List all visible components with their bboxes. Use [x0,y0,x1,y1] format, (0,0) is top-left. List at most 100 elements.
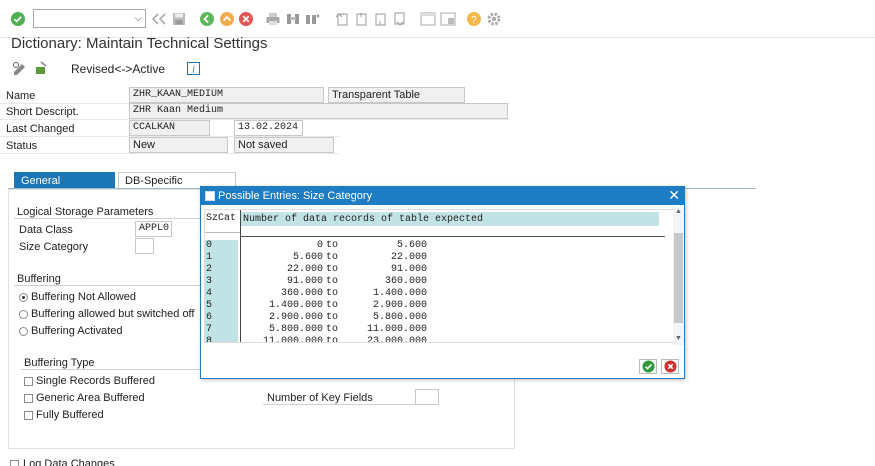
single-records-label: Single Records Buffered [36,375,156,387]
application-toolbar: Revised<->Active i [0,56,875,82]
field-underline [263,404,415,405]
checkbox-fully-buffered[interactable] [24,411,33,420]
scroll-down-icon[interactable]: ▼ [674,335,683,342]
list-header: SzCat Number of data records of table ex… [205,210,661,227]
display-change-icon[interactable] [11,59,29,77]
radio-buffering-activated[interactable] [19,327,28,336]
back-arrows-icon[interactable] [150,10,168,28]
range-upto: 5.800.000 [372,312,427,323]
range-from: 11.000.000 [262,336,323,343]
checkbox-generic-area[interactable] [24,394,33,403]
range-upto: 2.900.000 [372,300,427,311]
range-to-word: to [326,252,339,263]
group-divider [14,218,200,219]
info-icon[interactable]: i [184,59,202,77]
prev-page-icon[interactable] [352,10,370,28]
size-category-key: 2 [205,264,238,276]
help-icon[interactable]: ? [465,10,483,28]
svg-text:i: i [192,64,195,75]
key-fields-field[interactable] [415,389,439,405]
checkbox-single-records[interactable] [24,377,33,386]
shortcut-icon[interactable] [439,10,457,28]
range-to-word: to [326,276,339,287]
header-separator [240,236,665,237]
close-icon[interactable]: ✕ [668,188,680,202]
col-records-header[interactable]: Number of data records of table expected [241,212,659,226]
size-category-key: 1 [205,252,238,264]
range-from: 2.900.000 [268,312,323,323]
logical-storage-title: Logical Storage Parameters [17,206,154,218]
range-to-word: to [326,336,339,343]
enter-icon[interactable] [9,10,27,28]
range-upto: 5.600 [396,240,427,251]
name-field[interactable]: ZHR_KAAN_MEDIUM [129,87,324,103]
checkbox-log-data-changes[interactable] [10,460,19,466]
name-label: Name [6,90,36,102]
range-upto: 360.000 [384,276,427,287]
log-data-changes-label: Log Data Changes [23,458,115,466]
page-title: Dictionary: Maintain Technical Settings [11,35,268,52]
list-item[interactable]: 6 2.900.000 to 5.800.000 [205,312,661,324]
size-category-key: 7 [205,324,238,336]
last-changed-user-field: CCALKAN [129,120,210,136]
find-icon[interactable] [284,10,302,28]
status-label: Status [6,140,38,152]
vertical-scrollbar[interactable]: ▲ ▼ [673,207,684,345]
save-icon[interactable] [170,10,188,28]
activate-icon[interactable] [33,59,51,77]
list-item[interactable]: 2 22.000 to 91.000 [205,264,661,276]
range-from: 1.400.000 [268,300,323,311]
scroll-thumb[interactable] [674,233,683,323]
group-divider [21,369,201,370]
find-next-icon[interactable] [304,10,322,28]
cancel-icon[interactable] [237,10,255,28]
size-category-field[interactable] [135,238,154,254]
last-page-icon[interactable] [390,10,408,28]
range-from: 91.000 [286,276,323,287]
chevron-down-icon[interactable]: ⌵ [134,13,142,24]
last-changed-date-field: 13.02.2024 [234,120,303,136]
confirm-button[interactable] [639,359,657,374]
check-icon [641,360,655,373]
range-to-word: to [326,300,339,311]
settings-gear-icon[interactable] [485,10,503,28]
scroll-up-icon[interactable]: ▲ [674,208,683,215]
list-item[interactable]: 4 360.000 to 1.400.000 [205,288,661,300]
list-item[interactable]: 8 11.000.000 to 23.000.000 [205,336,661,343]
window-icon [205,191,215,201]
col-szcat-header[interactable]: SzCat [205,210,240,227]
range-from: 22.000 [286,264,323,275]
range-to-word: to [326,288,339,299]
range-from: 5.600 [292,252,323,263]
new-session-icon[interactable] [419,10,437,28]
list-item[interactable]: 3 91.000 to 360.000 [205,276,661,288]
short-desc-label: Short Descript. [6,106,79,118]
dialog-title: Possible Entries: Size Category [218,190,373,202]
tab-general-properties[interactable]: General Properties [14,172,115,199]
list-item[interactable]: 5 1.400.000 to 2.900.000 [205,300,661,312]
range-upto: 23.000.000 [366,336,427,343]
nav-back-icon[interactable] [198,10,216,28]
buffering-switched-off-label: Buffering allowed but switched off [31,308,195,320]
revised-active-button[interactable]: Revised<->Active [71,62,165,76]
range-to-word: to [326,312,339,323]
list-item[interactable]: 1 5.600 to 22.000 [205,252,661,264]
radio-buffering-not-allowed[interactable] [19,293,28,302]
data-class-label: Data Class [19,224,73,236]
short-desc-field[interactable]: ZHR Kaan Medium [129,103,508,119]
list-item[interactable]: 7 5.800.000 to 11.000.000 [205,324,661,336]
list-item[interactable]: 0 0 to 5.600 [205,240,661,252]
print-icon[interactable] [264,10,282,28]
size-category-key: 8 [205,336,238,342]
next-page-icon[interactable] [371,10,389,28]
dialog-titlebar[interactable]: Possible Entries: Size Category ✕ [201,187,684,205]
radio-buffering-switched-off[interactable] [19,310,28,319]
system-toolbar: ⌵ ? [0,0,875,38]
data-class-field[interactable]: APPL0 [135,221,172,237]
first-page-icon[interactable] [333,10,351,28]
range-from: 0 [316,240,323,251]
range-to-word: to [326,324,339,335]
command-field[interactable]: ⌵ [33,9,146,28]
exit-icon[interactable] [218,10,236,28]
cancel-button[interactable] [661,359,679,374]
